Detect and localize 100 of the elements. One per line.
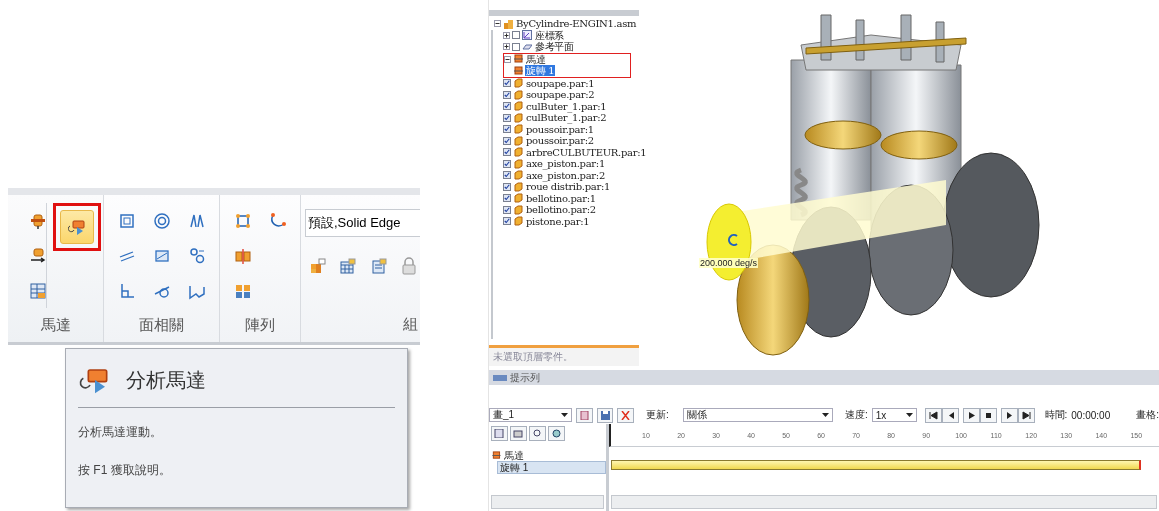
part-icon <box>513 124 523 135</box>
group-label: 組 <box>402 313 419 334</box>
checkbox[interactable] <box>503 102 511 111</box>
scrollbar[interactable] <box>491 30 493 339</box>
tree-item[interactable]: bellotino.par:1 <box>525 192 597 204</box>
view-button[interactable] <box>491 426 508 441</box>
refresh-button[interactable] <box>548 426 565 441</box>
tree-item[interactable]: axe_piston.par:1 <box>525 158 606 170</box>
table-icon <box>29 281 47 300</box>
speed-label: 速度: <box>845 408 868 422</box>
part-icon <box>513 204 523 215</box>
collapse-icon[interactable] <box>504 55 511 63</box>
axes-icon <box>522 30 532 41</box>
checkbox[interactable] <box>512 42 520 51</box>
plane-icon <box>522 41 532 52</box>
tree-item[interactable]: soupape.par:1 <box>525 77 596 89</box>
square-icon <box>117 211 136 230</box>
dropdown-caret-icon <box>822 413 829 417</box>
checkbox[interactable] <box>503 159 511 168</box>
ribbon-button[interactable] <box>59 210 94 244</box>
tooltip-title: 分析馬達 <box>126 367 206 393</box>
tree-item[interactable]: 旋轉 1 <box>525 65 556 77</box>
tree-item[interactable]: bellotino.par:2 <box>525 204 597 216</box>
expand-icon[interactable] <box>503 43 510 51</box>
tree-item[interactable]: axe_piston.par:2 <box>525 169 606 181</box>
checkbox[interactable] <box>503 217 511 226</box>
motor-icon <box>513 54 523 65</box>
update-label: 更新: <box>646 408 669 422</box>
tree-item[interactable]: poussoir.par:2 <box>525 135 595 147</box>
expand-icon[interactable] <box>503 31 510 39</box>
tree-item[interactable]: 馬達 <box>525 53 547 65</box>
checkbox[interactable] <box>503 125 511 134</box>
motor-icon <box>513 65 523 76</box>
tree-item[interactable]: poussoir.par:1 <box>525 123 595 135</box>
new-icon <box>579 410 591 420</box>
motor-play-icon <box>67 218 86 236</box>
mirror-parts-icon <box>233 246 252 265</box>
delete-icon <box>620 410 632 420</box>
part-icon <box>513 181 523 192</box>
checkbox[interactable] <box>512 31 520 40</box>
checkbox[interactable] <box>503 90 511 99</box>
first-frame-button[interactable] <box>924 407 942 423</box>
tree-item[interactable]: 座標系 <box>534 29 566 41</box>
collapse-icon[interactable] <box>494 20 501 28</box>
checkbox[interactable] <box>503 136 511 145</box>
tree-item[interactable]: 參考平面 <box>534 41 575 53</box>
tree-item[interactable]: culButer_1.par:2 <box>525 112 608 124</box>
tooltip-description: 分析馬達運動。 <box>78 424 163 441</box>
time-label: 時間: <box>1044 408 1068 422</box>
tree-item[interactable]: roue distrib.par:1 <box>525 181 612 193</box>
group-label: 陣列 <box>244 314 276 335</box>
checkbox[interactable] <box>503 148 511 157</box>
timeline-track[interactable]: 馬達 <box>489 450 606 461</box>
table-window-icon <box>339 257 358 275</box>
checkbox[interactable] <box>503 113 511 122</box>
lock-icon <box>399 257 418 275</box>
part-icon <box>513 112 523 123</box>
checkbox[interactable] <box>503 194 511 203</box>
tree-item[interactable]: soupape.par:2 <box>525 89 596 101</box>
last-frame-icon <box>1020 410 1032 420</box>
style-field[interactable]: 預設,Solid Edge <box>305 209 420 237</box>
tree-item[interactable]: culButer_1.par:1 <box>525 100 608 112</box>
timeline-track[interactable]: 旋轉 1 <box>497 461 606 474</box>
motor-speed-label: 200.000 deg/s <box>699 258 759 268</box>
bar-icon <box>493 374 507 381</box>
tree-item[interactable]: ByCylindre-ENGIN1.asm <box>515 18 638 30</box>
checkbox[interactable] <box>503 205 511 214</box>
delete-button[interactable] <box>617 407 634 423</box>
update-dropdown[interactable]: 關係 <box>682 408 833 422</box>
new-button[interactable] <box>576 407 593 423</box>
hint-bar-title: 提示列 <box>510 370 540 385</box>
view-icon <box>494 429 505 438</box>
checkbox[interactable] <box>503 79 511 88</box>
play-button[interactable] <box>962 407 980 423</box>
part-icon <box>513 170 523 181</box>
part-icon <box>513 216 523 227</box>
scrollbar[interactable] <box>491 495 604 509</box>
dropdown-caret-icon <box>905 413 913 417</box>
zoom-button[interactable] <box>529 426 546 441</box>
status-text: 未選取頂層零件。 <box>489 345 639 366</box>
refresh-icon <box>551 429 562 438</box>
pattern-icon <box>233 211 252 230</box>
tree-item[interactable]: pistone.par:1 <box>525 215 591 227</box>
save-button[interactable] <box>596 407 614 423</box>
checkbox[interactable] <box>503 182 511 191</box>
first-frame-icon <box>927 410 939 420</box>
dropdown-caret-icon <box>561 413 569 417</box>
part-icon <box>513 193 523 204</box>
motor-timeline-bar[interactable] <box>611 460 1142 470</box>
step-forward-button[interactable] <box>1000 407 1018 423</box>
motor-arrow-icon <box>29 246 47 265</box>
motor-icon <box>29 211 47 230</box>
scrollbar[interactable] <box>611 495 1157 509</box>
speed-dropdown[interactable]: 1x <box>871 408 917 422</box>
tree-item[interactable]: arbreCULBUTEUR.par:1 <box>525 146 648 158</box>
part-icon <box>513 89 523 100</box>
assembly-icon <box>309 257 328 275</box>
frame-label: 畫格: <box>1136 408 1159 422</box>
animation-dropdown[interactable]: 畫_1 <box>489 408 573 422</box>
checkbox[interactable] <box>503 171 511 180</box>
